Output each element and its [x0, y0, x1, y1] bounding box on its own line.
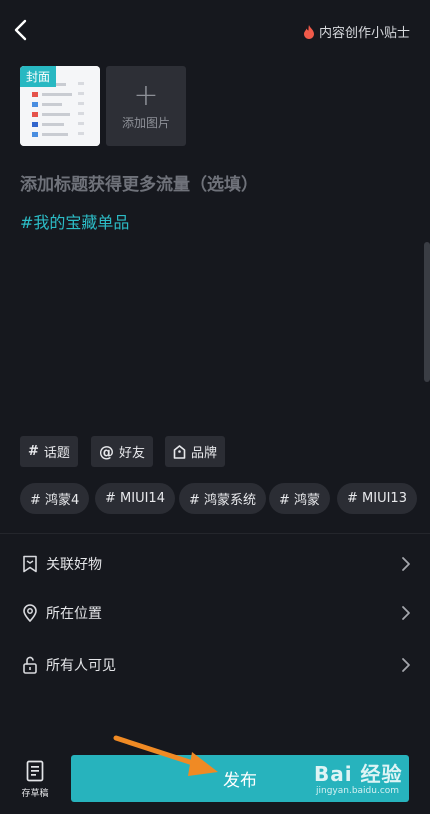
status-bar [0, 0, 430, 8]
save-draft-button[interactable]: 存草稿 [16, 760, 54, 804]
linked-product-label: 关联好物 [46, 557, 102, 573]
cover-image[interactable]: 封面 [20, 66, 100, 146]
divider [0, 533, 430, 534]
title-input[interactable]: 添加标题获得更多流量（选填） [20, 170, 258, 195]
friend-button[interactable]: @ 好友 [91, 436, 154, 467]
baidu-jingyan-watermark: Bai 经验 jingyan.baidu.com [300, 758, 412, 802]
at-icon: @ [99, 442, 114, 461]
watermark-main: Bai 经验 [314, 762, 403, 786]
unlock-icon [20, 655, 40, 675]
visibility-label: 所有人可见 [46, 658, 116, 674]
plus-icon: + [133, 77, 159, 113]
brand-button[interactable]: 品牌 [165, 436, 226, 467]
tips-label: 内容创作小贴士 [318, 26, 410, 41]
back-button[interactable] [6, 16, 34, 44]
brand-label: 品牌 [191, 446, 218, 461]
chevron-right-icon [402, 658, 410, 672]
cover-tag: 封面 [20, 66, 57, 87]
flame-icon [303, 24, 314, 39]
chevron-left-icon [14, 19, 27, 41]
topic-suggestion[interactable]: # 鸿蒙4 [20, 483, 90, 514]
topic-label: 话题 [43, 446, 70, 461]
document-icon [26, 760, 44, 782]
topic-button[interactable]: # 话题 [20, 436, 78, 467]
topic-suggestion[interactable]: # MIUI13 [337, 483, 417, 514]
bookmark-icon [20, 554, 40, 574]
watermark-sub: jingyan.baidu.com [316, 786, 400, 796]
tag-icon [173, 444, 186, 459]
annotation-arrow-icon [113, 735, 218, 776]
location-label: 所在位置 [46, 606, 102, 622]
linked-product-row[interactable]: 关联好物 [20, 546, 412, 582]
location-pin-icon [20, 603, 40, 623]
topic-suggestion[interactable]: # 鸿蒙系统 [179, 483, 267, 514]
body-hashtag[interactable]: #我的宝藏单品 [20, 209, 129, 233]
hash-icon: # [28, 444, 39, 459]
add-image-label: 添加图片 [121, 115, 170, 130]
scrollbar[interactable] [424, 242, 430, 382]
save-draft-label: 存草稿 [21, 789, 49, 799]
chevron-right-icon [402, 606, 410, 620]
visibility-row[interactable]: 所有人可见 [20, 647, 412, 683]
friend-label: 好友 [119, 446, 146, 461]
topic-suggestion[interactable]: # 鸿蒙 [269, 483, 331, 514]
location-row[interactable]: 所在位置 [20, 595, 412, 631]
chevron-right-icon [402, 557, 410, 571]
add-image-button[interactable]: + 添加图片 [106, 66, 186, 146]
topic-suggestion[interactable]: # MIUI14 [95, 483, 175, 514]
content-tips-link[interactable]: 内容创作小贴士 [303, 22, 410, 41]
